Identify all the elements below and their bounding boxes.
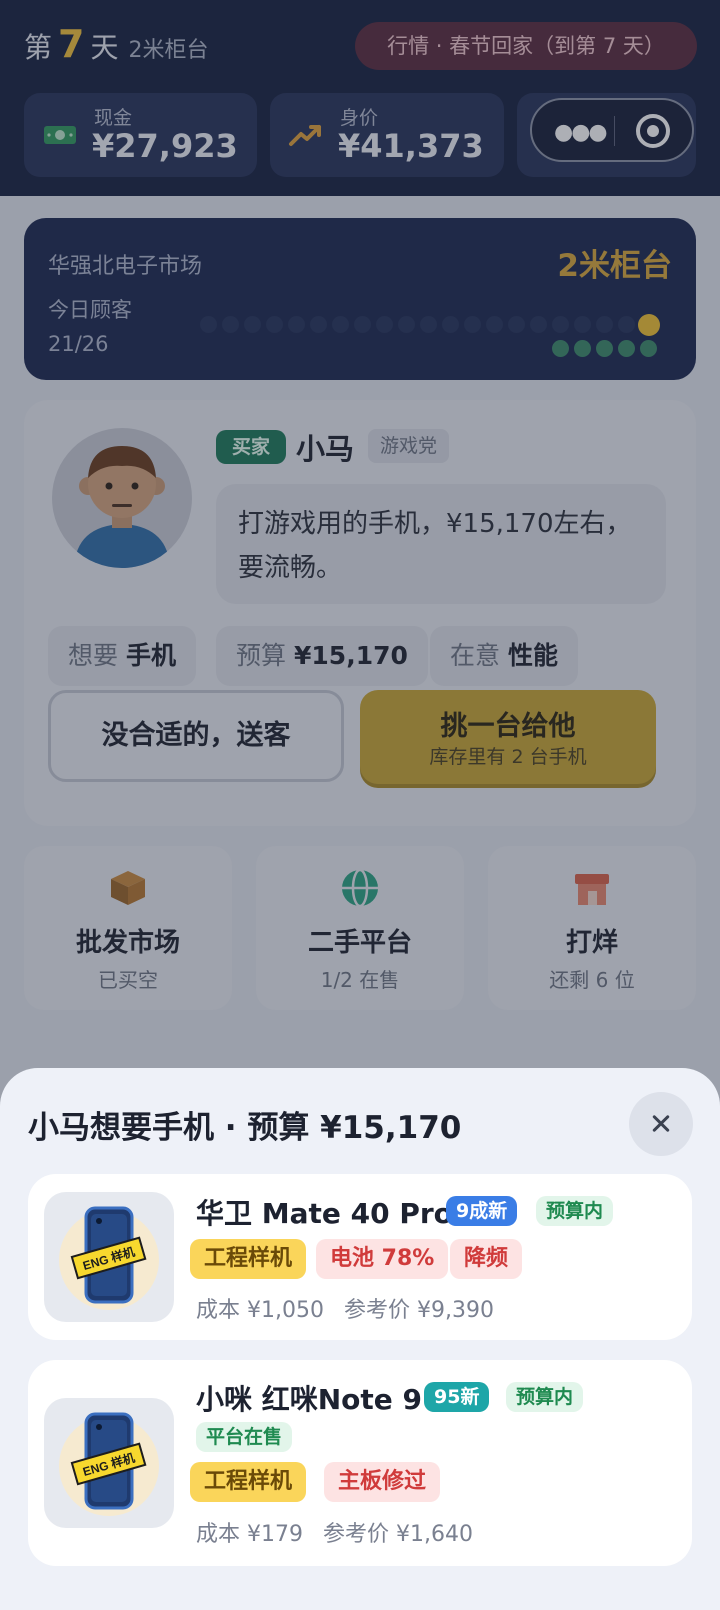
phone-icon: ENG 样机 (59, 1412, 159, 1516)
condition-badge: 95新 (424, 1382, 490, 1412)
within-budget-badge: 预算内 (506, 1382, 584, 1412)
item-cost: 成本 ¥1,050 (196, 1298, 324, 1323)
close-icon[interactable] (629, 1092, 693, 1156)
item-name: 小咪 红咪Note 9 (196, 1383, 423, 1416)
item-ref-price: 参考价 ¥1,640 (322, 1522, 473, 1547)
phone-icon: ENG 样机 (59, 1206, 159, 1310)
throttled-tag: 降频 (450, 1239, 523, 1279)
battery-tag: 电池 78% (316, 1239, 449, 1279)
pick-item-sheet: 小马想要手机 · 预算 ¥15,170 ENG 样机 华卫 Mate 40 Pr… (0, 1068, 720, 1610)
phone-thumbnail: ENG 样机 (44, 1192, 174, 1322)
within-budget-badge: 预算内 (536, 1196, 614, 1226)
item-prices: 成本 ¥179 参考价 ¥1,640 (196, 1516, 493, 1548)
phone-thumbnail: ENG 样机 (44, 1398, 174, 1528)
item-name: 华卫 Mate 40 Pro (196, 1197, 453, 1230)
item-prices: 成本 ¥1,050 参考价 ¥9,390 (196, 1292, 514, 1324)
inventory-item[interactable]: ENG 样机 华卫 Mate 40 Pro 9成新 预算内 工程样机 电池 78… (28, 1174, 692, 1340)
item-cost: 成本 ¥179 (196, 1522, 303, 1547)
listed-on-platform-badge: 平台在售 (196, 1422, 293, 1452)
sheet-title: 小马想要手机 · 预算 ¥15,170 (28, 1110, 462, 1146)
inventory-item[interactable]: ENG 样机 小咪 红咪Note 9 95新 预算内 平台在售 工程样机 主板修… (28, 1360, 692, 1566)
item-ref-price: 参考价 ¥9,390 (343, 1298, 494, 1323)
engineering-sample-tag: 工程样机 (190, 1239, 307, 1279)
board-repaired-tag: 主板修过 (324, 1462, 441, 1502)
condition-badge: 9成新 (446, 1196, 518, 1226)
engineering-sample-tag: 工程样机 (190, 1462, 307, 1502)
